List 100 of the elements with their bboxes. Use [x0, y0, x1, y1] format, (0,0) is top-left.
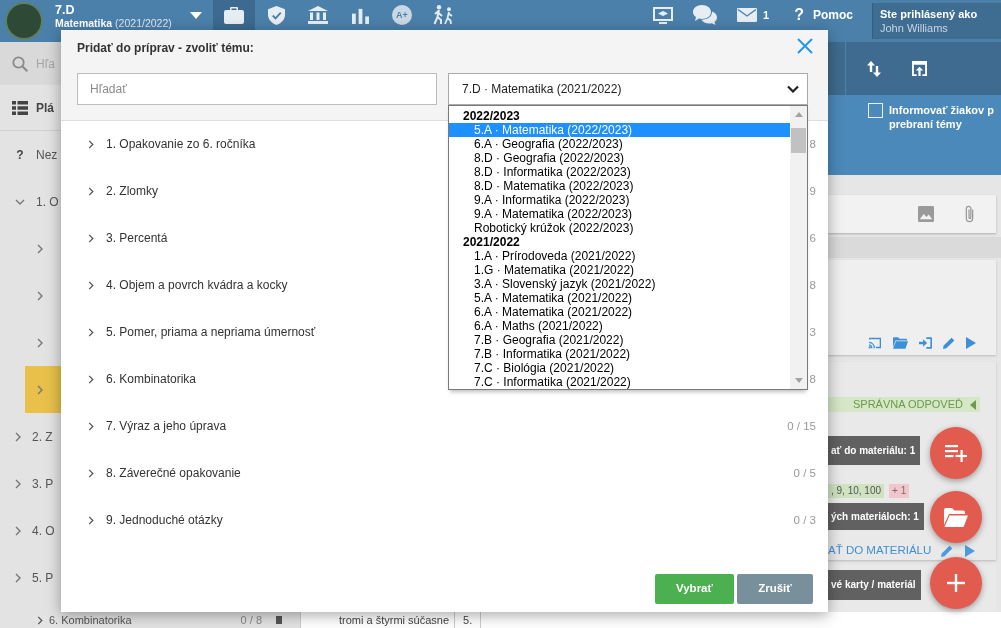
grade-badge: A+	[392, 5, 412, 25]
dropdown-option[interactable]: 8.D · Matematika (2022/2023)	[449, 179, 790, 193]
chevron-right-icon[interactable]	[37, 243, 43, 254]
chevron-right-icon[interactable]	[37, 615, 43, 625]
chevron-down-icon[interactable]	[15, 198, 25, 205]
chevron-right-icon[interactable]	[88, 328, 94, 337]
caret-down-icon[interactable]	[190, 12, 202, 19]
pencil-icon[interactable]	[943, 337, 955, 349]
tree-item[interactable]: 4. O	[0, 507, 61, 554]
search-field[interactable]: Hľadať	[77, 73, 437, 105]
scrollbar[interactable]	[790, 106, 807, 389]
answer-label: SPRÁVNA ODPOVEĎ	[852, 397, 963, 412]
cast-icon[interactable]	[868, 337, 882, 349]
image-icon[interactable]	[918, 206, 934, 222]
dropdown-option[interactable]: 6.A · Maths (2021/2022)	[449, 319, 790, 333]
plus-icon	[947, 574, 965, 592]
dropdown-option[interactable]: 7.B · Geografia (2021/2022)	[449, 333, 790, 347]
chevron-right-icon[interactable]	[15, 525, 21, 536]
chevron-right-icon[interactable]	[15, 431, 21, 442]
tooltip: vé karty / materiál	[828, 570, 921, 600]
unread-count: 1	[763, 7, 770, 23]
dropdown-option[interactable]: 5.A · Matematika (2021/2022)	[449, 291, 790, 305]
topic-title[interactable]: 7. Výraz a jeho úprava	[106, 418, 227, 434]
topic-title[interactable]: 4. Objem a povrch kvádra a kocky	[106, 277, 288, 293]
tree-item[interactable]: ? Nez	[0, 131, 61, 178]
dropdown-option[interactable]: 7.B · Informatika (2021/2022)	[449, 347, 790, 361]
class-select[interactable]: 7.D · Matematika (2021/2022)	[448, 73, 808, 105]
option-group-label: 2022/2023	[462, 109, 521, 123]
tree-item[interactable]: 3. P	[0, 460, 61, 507]
dropdown-option[interactable]: 6.A · Geografia (2022/2023)	[449, 137, 790, 151]
bar-chart-icon	[351, 6, 369, 24]
sort-icon[interactable]	[867, 60, 881, 77]
dropdown-option[interactable]: 3.A · Slovenský jazyk (2021/2022)	[449, 277, 790, 291]
chevron-right-icon[interactable]	[15, 572, 21, 583]
folder-icon	[944, 507, 968, 527]
triangle-left-icon[interactable]	[970, 399, 976, 410]
chevron-right-icon[interactable]	[37, 384, 43, 395]
dropdown-option[interactable]: 8.D · Geografia (2022/2023)	[449, 151, 790, 165]
walking-people-icon	[433, 5, 455, 25]
count-tag: + 1	[889, 484, 910, 498]
topic-title[interactable]: 1. Opakovanie zo 6. ročníka	[106, 136, 256, 152]
chevron-right-icon[interactable]	[88, 187, 94, 196]
topic-title[interactable]: 8. Záverečné opakovanie	[106, 465, 241, 481]
value-tag: , 9, 10, 100	[828, 484, 885, 498]
dropdown-option[interactable]: 7.C · Biológia (2021/2022)	[449, 361, 790, 375]
checkbox-label: Informovať žiakov p prebraní témy	[889, 103, 994, 131]
topic-count: 8	[809, 278, 816, 293]
topic-count: 0 / 5	[793, 466, 816, 481]
chevron-right-icon[interactable]	[88, 469, 94, 478]
dropdown-option[interactable]: 7.C · Informatika (2021/2022)	[449, 375, 790, 389]
dropdown-option[interactable]: 8.D · Informatika (2022/2023)	[449, 165, 790, 179]
chevron-right-icon[interactable]	[88, 281, 94, 290]
nav-tab[interactable]	[213, 0, 255, 30]
chevron-right-icon[interactable]	[15, 478, 21, 489]
dropdown-option[interactable]: 9.A · Matematika (2022/2023)	[449, 207, 790, 221]
topic-count: 3	[809, 325, 816, 340]
tree-item[interactable]: 2. Z	[0, 413, 61, 460]
help-button[interactable]: ? Pomoc	[794, 3, 853, 27]
dropdown-option[interactable]: 6.A · Matematika (2021/2022)	[449, 305, 790, 319]
topic-title[interactable]: 2. Zlomky	[106, 183, 158, 199]
chevron-right-icon[interactable]	[37, 337, 43, 348]
topic-title[interactable]: 3. Percentá	[106, 230, 168, 246]
topic-title[interactable]: 9. Jednoduché otázky	[106, 512, 223, 528]
briefcase-icon	[224, 6, 244, 24]
dropdown-option[interactable]: 1.A · Prírodoveda (2021/2022)	[449, 249, 790, 263]
play-icon[interactable]	[966, 337, 976, 349]
chevron-right-icon[interactable]	[88, 234, 94, 243]
chevron-right-icon[interactable]	[88, 375, 94, 384]
tree-item[interactable]: 1. O	[0, 178, 61, 225]
topic-title[interactable]: 6. Kombinatorika	[106, 371, 197, 387]
chat-icon[interactable]	[693, 5, 718, 25]
paperclip-icon[interactable]	[965, 205, 974, 223]
dropdown-option[interactable]: 1.G · Matematika (2021/2022)	[449, 263, 790, 277]
topic-count: 6	[809, 231, 816, 246]
scrollbar-thumb[interactable]	[791, 128, 806, 153]
scroll-up-icon[interactable]	[794, 112, 803, 117]
dropdown-option[interactable]: 9.A · Informatika (2022/2023)	[449, 193, 790, 207]
chevron-right-icon[interactable]	[37, 290, 43, 301]
user-name: John Williams	[880, 21, 949, 35]
chevron-right-icon[interactable]	[88, 516, 94, 525]
topic-count: 9	[809, 184, 816, 199]
mail-icon[interactable]	[737, 8, 758, 22]
chevron-right-icon[interactable]	[88, 140, 94, 149]
tooltip: ých materiáloch: 1	[828, 503, 924, 530]
play-icon[interactable]	[965, 544, 976, 557]
topic-title[interactable]: 6. Kombinatorika	[49, 612, 132, 628]
folder-icon[interactable]	[893, 337, 908, 349]
row-text: tromi a štyrmi súčasne	[339, 613, 450, 628]
sign-in-icon[interactable]	[919, 337, 932, 349]
scroll-down-icon[interactable]	[794, 378, 803, 383]
chevron-right-icon[interactable]	[88, 422, 94, 431]
screen-icon[interactable]	[653, 6, 674, 24]
dropdown-option[interactable]: Robotický krúžok (2022/2023)	[449, 221, 790, 235]
upload-icon[interactable]	[912, 61, 927, 76]
checkbox[interactable]	[868, 103, 883, 118]
list-icon	[12, 100, 28, 115]
close-icon[interactable]	[797, 38, 813, 54]
tree-item[interactable]: 5. P	[0, 554, 61, 601]
topic-count: 8	[809, 372, 816, 387]
topic-title[interactable]: 5. Pomer, priama a nepriama úmernosť	[106, 324, 316, 340]
